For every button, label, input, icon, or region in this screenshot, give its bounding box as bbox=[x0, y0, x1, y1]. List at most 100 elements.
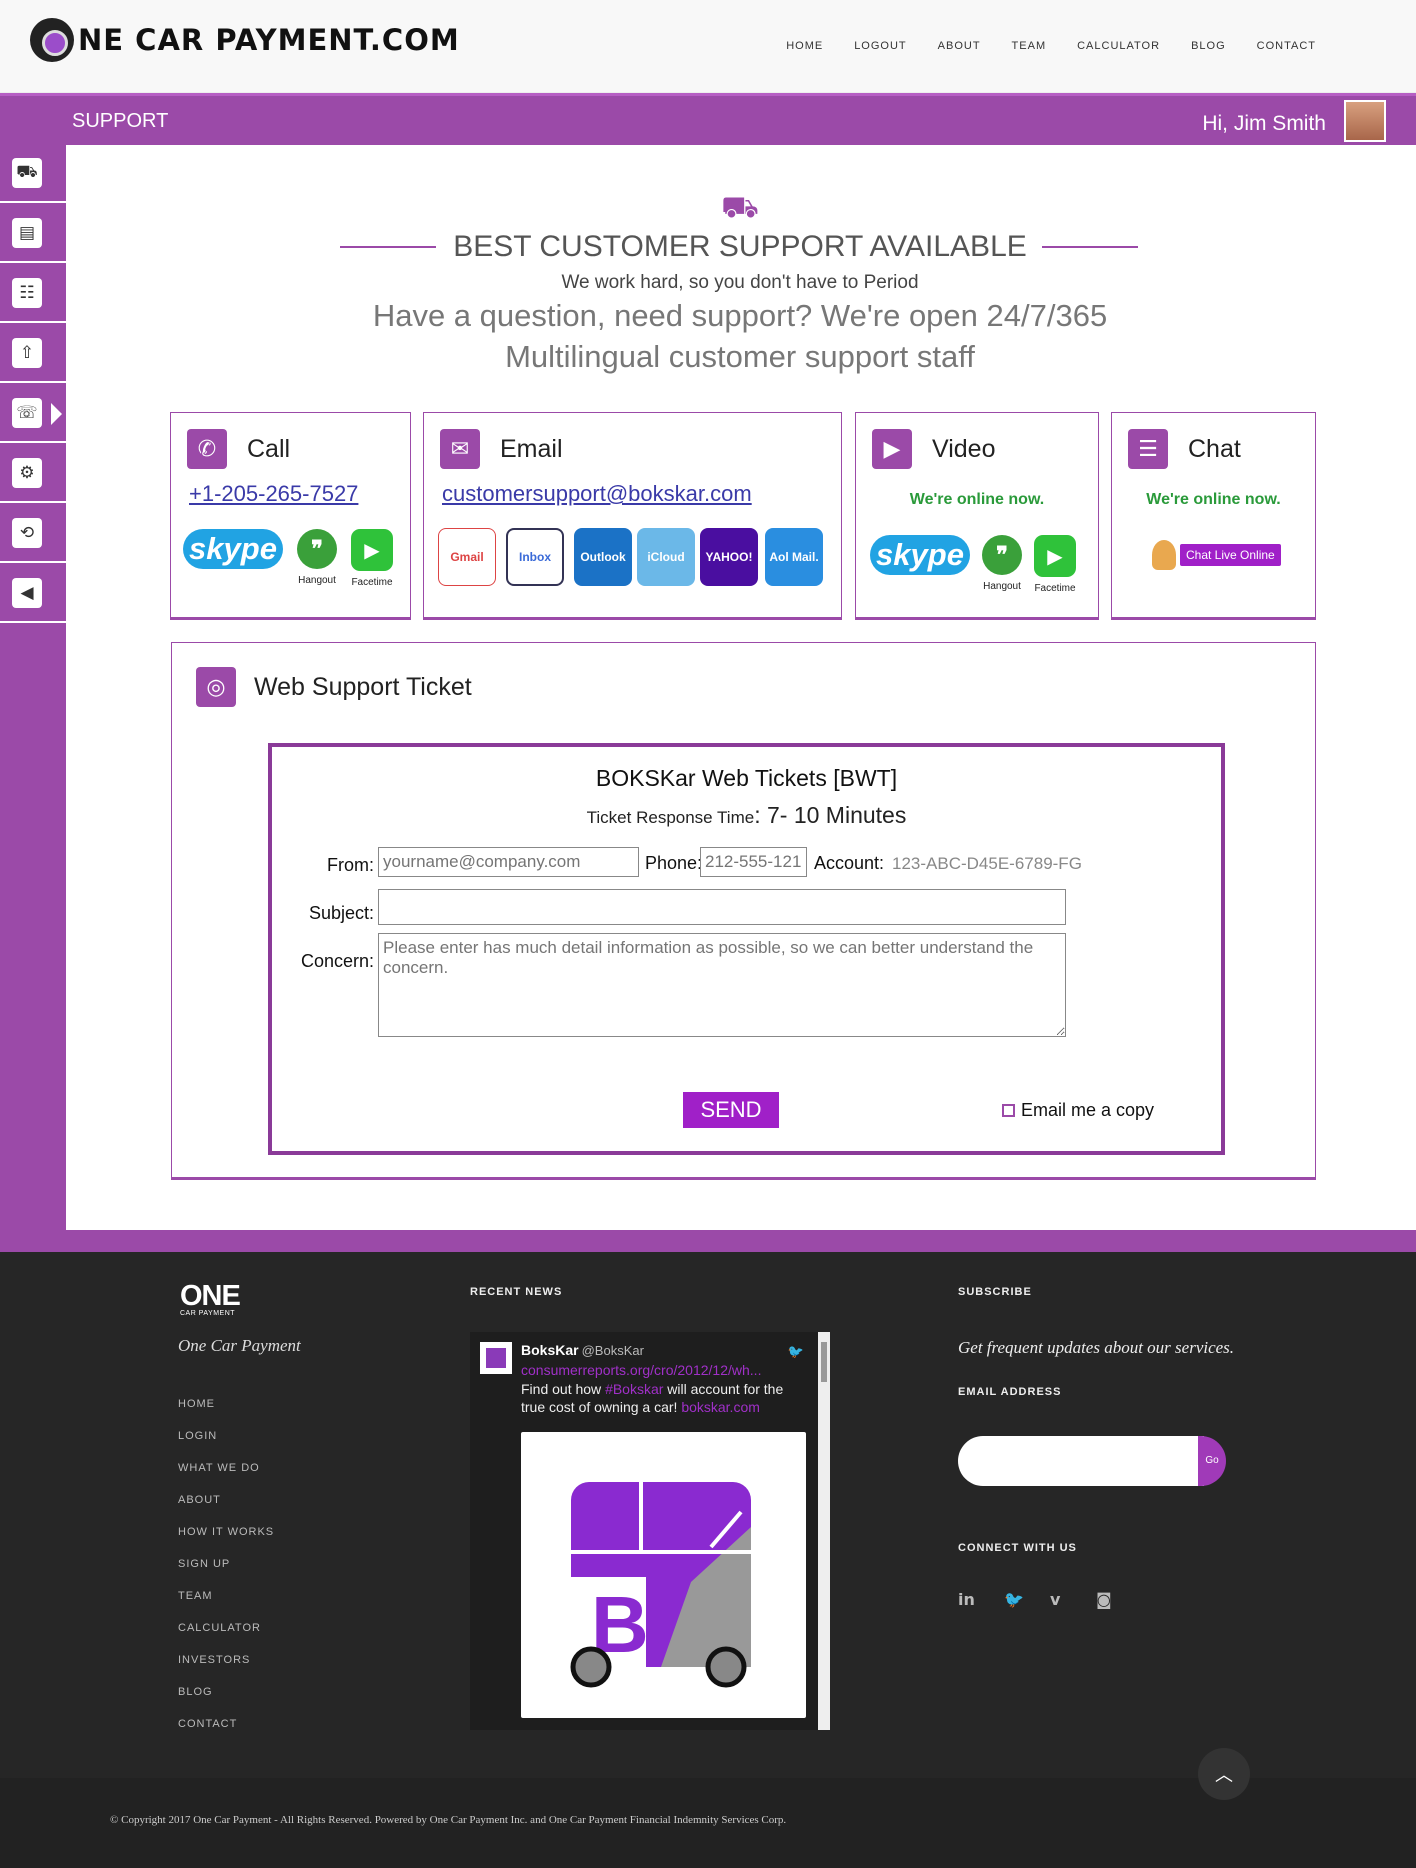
outlook-icon[interactable]: Outlook bbox=[574, 528, 632, 586]
instagram-icon[interactable]: ◙ bbox=[1096, 1590, 1112, 1609]
footer-link-how-it-works[interactable]: HOW IT WORKS bbox=[178, 1526, 274, 1538]
from-input[interactable] bbox=[378, 847, 639, 877]
footer-link-team[interactable]: TEAM bbox=[178, 1590, 213, 1602]
card-title: Video bbox=[932, 434, 996, 463]
email-link[interactable]: customersupport@bokskar.com bbox=[442, 481, 752, 507]
footer-band bbox=[0, 1230, 1416, 1252]
subscribe-go-button[interactable]: Go bbox=[1198, 1436, 1226, 1486]
sidebar-item-documents[interactable]: ▤ bbox=[0, 205, 66, 263]
subject-label: Subject: bbox=[308, 903, 374, 923]
footer-link-calculator[interactable]: CALCULATOR bbox=[178, 1622, 261, 1634]
phone-link[interactable]: +1-205-265-7527 bbox=[189, 481, 358, 507]
tweet-url[interactable]: consumerreports.org/cro/2012/12/wh... bbox=[521, 1362, 761, 1378]
aol-mail-icon[interactable]: Aol Mail. bbox=[765, 528, 823, 586]
vimeo-icon[interactable]: v bbox=[1050, 1590, 1060, 1609]
sidebar-item-support[interactable]: ☏ bbox=[0, 385, 66, 443]
footer: ONE CAR PAYMENT One Car Payment HOME LOG… bbox=[0, 1252, 1416, 1778]
chat-card: ☰ Chat We're online now. Chat Live Onlin… bbox=[1111, 412, 1316, 620]
icloud-icon[interactable]: iCloud bbox=[637, 528, 695, 586]
copyright-text: © Copyright 2017 One Car Payment - All R… bbox=[110, 1814, 787, 1826]
chevron-up-icon: ︿ bbox=[1215, 1765, 1233, 1786]
share-icon: ⟲ bbox=[12, 518, 42, 548]
inbox-icon[interactable]: Inbox bbox=[506, 528, 564, 586]
hangout-button[interactable]: ❞ Hangout bbox=[297, 529, 337, 586]
bokskar-avatar bbox=[480, 1342, 512, 1374]
response-time: Ticket Response Time: 7- 10 Minutes bbox=[586, 802, 907, 828]
subscribe-email-input[interactable] bbox=[958, 1436, 1204, 1486]
sidebar-item-vehicle[interactable]: ⛟ bbox=[0, 145, 66, 203]
concern-textarea[interactable] bbox=[378, 933, 1066, 1037]
facetime-button[interactable]: ▶ Facetime bbox=[1034, 535, 1076, 594]
sidebar-item-share[interactable]: ⟲ bbox=[0, 505, 66, 563]
facetime-icon: ▶ bbox=[1034, 535, 1076, 577]
sidebar: ⛟ ▤ ☷ ⇧ ☏ ⚙ ⟲ ◀ bbox=[0, 145, 66, 1230]
nav-home[interactable]: HOME bbox=[786, 40, 823, 52]
sidebar-item-upload[interactable]: ⇧ bbox=[0, 325, 66, 383]
footer-link-sign-up[interactable]: SIGN UP bbox=[178, 1558, 230, 1570]
chat-live-button[interactable]: Chat Live Online bbox=[1152, 540, 1281, 570]
account-label: Account: bbox=[813, 853, 884, 873]
concern-label: Concern: bbox=[300, 951, 374, 971]
nav-calculator[interactable]: CALCULATOR bbox=[1077, 40, 1160, 52]
footer-link-login[interactable]: LOGIN bbox=[178, 1430, 217, 1442]
subscribe-text: Get frequent updates about our services. bbox=[958, 1338, 1235, 1357]
upload-icon: ⇧ bbox=[12, 338, 42, 368]
back-to-top-button[interactable]: ︿ bbox=[1198, 1748, 1250, 1800]
document-icon: ▤ bbox=[12, 218, 42, 248]
nav-contact[interactable]: CONTACT bbox=[1257, 40, 1316, 52]
hangout-icon: ❞ bbox=[982, 535, 1022, 575]
user-greeting[interactable]: Hi, Jim Smith bbox=[1202, 112, 1326, 136]
footer-link-blog[interactable]: BLOG bbox=[178, 1686, 213, 1698]
sidebar-item-announcements[interactable]: ◀ bbox=[0, 565, 66, 623]
hangout-button[interactable]: ❞ Hangout bbox=[982, 535, 1022, 592]
phone-input[interactable] bbox=[700, 847, 807, 877]
footer-logo[interactable]: ONE bbox=[180, 1280, 241, 1313]
footer-link-home[interactable]: HOME bbox=[178, 1398, 215, 1410]
skype-icon[interactable]: skype bbox=[870, 535, 970, 575]
envelope-icon: ✉ bbox=[440, 429, 480, 469]
footer-brand-name: One Car Payment bbox=[178, 1336, 301, 1355]
card-title: Email bbox=[500, 434, 563, 463]
twitter-embed[interactable]: BoksKar @BoksKar 🐦 consumerreports.org/cr… bbox=[470, 1332, 830, 1730]
sidebar-item-settings[interactable]: ⚙ bbox=[0, 445, 66, 503]
hero-subtitle: We work hard, so you don't have to Perio… bbox=[561, 272, 919, 293]
email-address-label: EMAIL ADDRESS bbox=[958, 1386, 1062, 1398]
email-copy-checkbox[interactable]: Email me a copy bbox=[1002, 1100, 1154, 1121]
linkedin-icon[interactable]: in bbox=[958, 1590, 975, 1609]
site-logo[interactable]: NE CAR PAYMENT.COM bbox=[30, 18, 460, 62]
footer-link-investors[interactable]: INVESTORS bbox=[178, 1654, 250, 1666]
logo-disc-icon bbox=[30, 18, 74, 62]
account-value: 123-ABC-D45E-6789-FG bbox=[892, 854, 1082, 873]
subject-input[interactable] bbox=[378, 889, 1066, 925]
id-card-icon: ☷ bbox=[12, 278, 42, 308]
nav-about[interactable]: ABOUT bbox=[938, 40, 981, 52]
footer-link-about[interactable]: ABOUT bbox=[178, 1494, 221, 1506]
section-title: Web Support Ticket bbox=[254, 672, 472, 701]
car-icon: ⛟ bbox=[721, 190, 759, 225]
megaphone-icon: ◀ bbox=[12, 578, 42, 608]
tweet-scrollbar[interactable] bbox=[818, 1332, 830, 1730]
hangout-icon: ❞ bbox=[297, 529, 337, 569]
facetime-button[interactable]: ▶ Facetime bbox=[351, 529, 393, 588]
sidebar-item-profile[interactable]: ☷ bbox=[0, 265, 66, 323]
chat-bubble-icon: ☰ bbox=[1128, 429, 1168, 469]
page-title: SUPPORT bbox=[72, 110, 169, 132]
nav-blog[interactable]: BLOG bbox=[1191, 40, 1226, 52]
avatar[interactable] bbox=[1344, 100, 1386, 142]
logo-text: NE CAR PAYMENT.COM bbox=[78, 23, 460, 57]
gmail-icon[interactable]: Gmail bbox=[438, 528, 496, 586]
twitter-icon[interactable]: 🐦 bbox=[1004, 1590, 1024, 1609]
nav-team[interactable]: TEAM bbox=[1012, 40, 1047, 52]
phone-icon: ✆ bbox=[187, 429, 227, 469]
footer-link-contact[interactable]: CONTACT bbox=[178, 1718, 237, 1730]
car-icon: ⛟ bbox=[12, 158, 42, 188]
video-card: ▶ Video We're online now. skype ❞ Hangout… bbox=[855, 412, 1099, 620]
send-button[interactable]: SEND bbox=[683, 1092, 779, 1128]
nav-logout[interactable]: LOGOUT bbox=[854, 40, 906, 52]
yahoo-icon[interactable]: YAHOO! bbox=[700, 528, 758, 586]
card-title: Chat bbox=[1188, 434, 1241, 463]
skype-icon[interactable]: skype bbox=[183, 529, 283, 569]
tweet-image[interactable]: B bbox=[521, 1432, 806, 1718]
support-24-icon: ☏ bbox=[12, 398, 42, 428]
footer-link-what-we-do[interactable]: WHAT WE DO bbox=[178, 1462, 260, 1474]
